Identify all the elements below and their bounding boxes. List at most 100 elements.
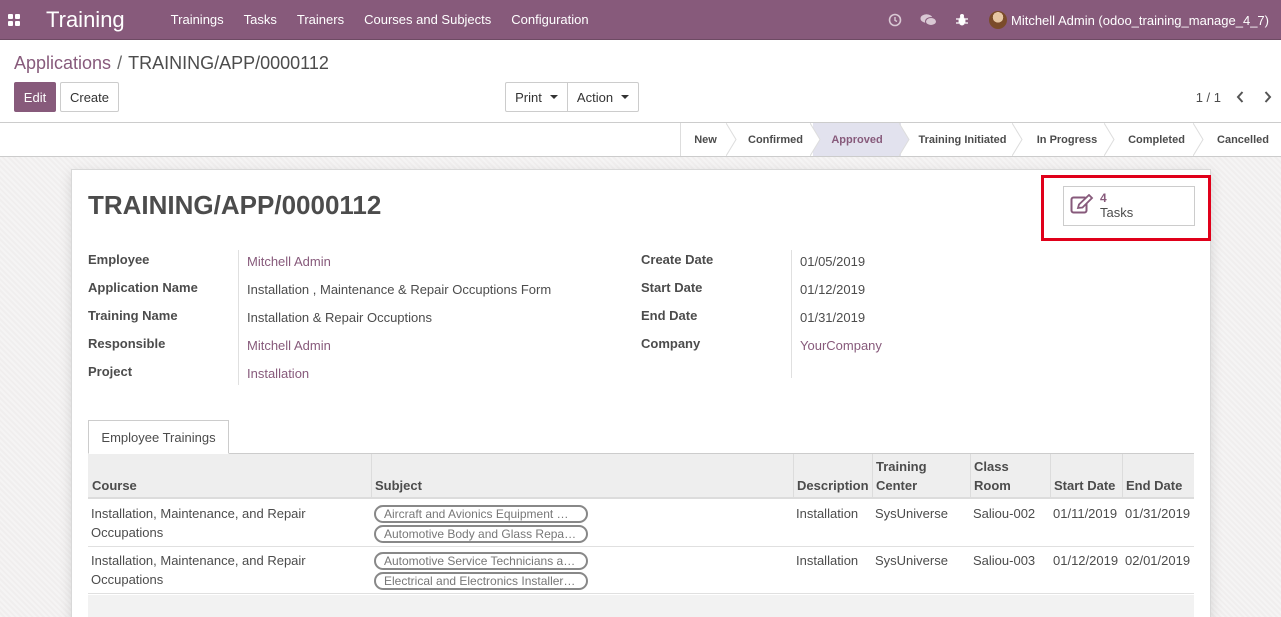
column-header-subject[interactable]: Subject — [375, 476, 422, 495]
cell-start-date: 01/11/2019 — [1053, 506, 1118, 521]
label-end-date: End Date — [641, 308, 698, 323]
apps-menu-icon[interactable] — [0, 0, 28, 40]
subject-tag: Automotive Service Technicians and Mecha… — [374, 552, 588, 570]
caret-down-icon — [549, 95, 558, 99]
record-title: TRAINING/APP/0000112 — [88, 190, 382, 220]
column-header-line: Center — [876, 478, 918, 493]
column-header-end-date[interactable]: End Date — [1126, 476, 1182, 495]
menu-item-trainings[interactable]: Trainings — [171, 12, 224, 27]
cell-course-line: Occupations — [91, 572, 164, 587]
breadcrumb-current: TRAINING/APP/0000112 — [128, 53, 329, 73]
stage-approved[interactable]: Approved — [813, 123, 901, 156]
action-label: Action — [576, 89, 614, 105]
stage-confirmed[interactable]: Confirmed — [738, 123, 813, 156]
column-header-description[interactable]: Description — [797, 476, 869, 495]
label-company: Company — [641, 336, 701, 351]
tab-employee-trainings[interactable]: Employee Trainings — [88, 420, 229, 454]
breadcrumb-separator: / — [117, 53, 123, 73]
column-header-line: Class — [974, 459, 1009, 474]
cell-course-line: Installation, Maintenance, and Repair — [91, 553, 306, 568]
column-header-training-center[interactable]: Training Center — [876, 457, 927, 495]
label-start-date: Start Date — [641, 280, 703, 295]
main-menu: Trainings Tasks Trainers Courses and Sub… — [171, 12, 609, 27]
cell-course-line: Installation, Maintenance, and Repair — [91, 506, 306, 521]
cell-course: Installation, Maintenance, and Repair Oc… — [91, 551, 306, 589]
label-employee: Employee — [88, 252, 150, 267]
menu-item-trainers[interactable]: Trainers — [297, 12, 344, 27]
column-divider — [872, 454, 873, 499]
chat-icon[interactable] — [920, 13, 937, 27]
subject-tag: Aircraft and Avionics Equipment Mechanic… — [374, 505, 588, 523]
cell-end-date: 02/01/2019 — [1125, 553, 1191, 568]
user-avatar[interactable] — [989, 11, 1007, 29]
column-header-class-room[interactable]: Class Room — [974, 457, 1011, 495]
edit-icon — [1070, 193, 1094, 219]
menu-item-configuration[interactable]: Configuration — [511, 12, 588, 27]
clock-icon[interactable] — [888, 13, 902, 27]
label-create-date: Create Date — [641, 252, 714, 267]
app-brand[interactable]: Training — [46, 7, 125, 33]
column-header-line: Training — [876, 459, 927, 474]
field-company[interactable]: YourCompany — [800, 338, 882, 353]
field-divider — [238, 250, 239, 385]
column-divider — [371, 454, 372, 499]
bug-icon[interactable] — [955, 13, 969, 27]
breadcrumb-applications[interactable]: Applications — [14, 53, 111, 73]
menu-item-courses-subjects[interactable]: Courses and Subjects — [364, 12, 491, 27]
top-navbar: Training Trainings Tasks Trainers Course… — [0, 0, 1281, 40]
cell-course: Installation, Maintenance, and Repair Oc… — [91, 504, 306, 542]
subject-tag: Electrical and Electronics Installers an… — [374, 572, 588, 590]
create-button[interactable]: Create — [60, 82, 119, 112]
column-divider — [970, 454, 971, 499]
action-dropdown-button[interactable]: Action — [567, 82, 639, 112]
field-start-date: 01/12/2019 — [800, 282, 866, 297]
tasks-label: Tasks — [1100, 205, 1134, 220]
field-training-name: Installation & Repair Occuptions — [247, 310, 432, 325]
field-responsible[interactable]: Mitchell Admin — [247, 338, 331, 353]
column-divider — [793, 454, 794, 499]
field-employee[interactable]: Mitchell Admin — [247, 254, 331, 269]
menu-item-tasks[interactable]: Tasks — [244, 12, 277, 27]
tasks-count: 4 — [1100, 191, 1107, 205]
field-create-date: 01/05/2019 — [800, 254, 866, 269]
cell-class-room: Saliou-002 — [973, 506, 1036, 521]
cell-training-center: SysUniverse — [875, 506, 948, 521]
field-end-date: 01/31/2019 — [800, 310, 866, 325]
print-dropdown-button[interactable]: Print — [505, 82, 568, 112]
stage-training-initiated[interactable]: Training Initiated — [911, 123, 1014, 156]
label-training-name: Training Name — [88, 308, 178, 323]
statusbar: New Confirmed Approved Training Initiate… — [0, 122, 1281, 157]
cell-end-date: 01/31/2019 — [1125, 506, 1191, 521]
label-responsible: Responsible — [88, 336, 166, 351]
user-menu[interactable]: Mitchell Admin (odoo_training_manage_4_7… — [1011, 13, 1269, 28]
tasks-smart-button[interactable]: 4 Tasks — [1063, 186, 1195, 226]
label-project: Project — [88, 364, 133, 379]
stage-cancelled[interactable]: Cancelled — [1205, 123, 1281, 156]
subject-tag: Automotive Body and Glass Repairers — [374, 525, 588, 543]
pager-previous-icon[interactable] — [1232, 86, 1248, 108]
table-header — [88, 454, 1194, 499]
cell-description: Installation — [796, 506, 859, 521]
cell-description: Installation — [796, 553, 859, 568]
column-header-line: Room — [974, 478, 1011, 493]
stage-completed[interactable]: Completed — [1116, 123, 1197, 156]
cell-course-line: Occupations — [91, 525, 164, 540]
edit-button[interactable]: Edit — [14, 82, 56, 112]
column-divider — [1122, 454, 1123, 499]
pager-value[interactable]: 1 / 1 — [1196, 90, 1221, 105]
cell-training-center: SysUniverse — [875, 553, 948, 568]
caret-down-icon — [621, 95, 630, 99]
breadcrumb: Applications / TRAINING/APP/0000112 — [14, 53, 329, 74]
stage-in-progress[interactable]: In Progress — [1024, 123, 1110, 156]
stage-new[interactable]: New — [680, 123, 730, 156]
field-divider — [791, 250, 792, 378]
column-divider — [1050, 454, 1051, 499]
table-footer — [88, 595, 1194, 617]
pager-next-icon[interactable] — [1260, 86, 1276, 108]
print-label: Print — [515, 89, 542, 105]
navbar-systray: Mitchell Admin (odoo_training_manage_4_7… — [870, 0, 1269, 40]
column-header-start-date[interactable]: Start Date — [1054, 476, 1115, 495]
cell-class-room: Saliou-003 — [973, 553, 1036, 568]
column-header-course[interactable]: Course — [92, 476, 137, 495]
field-project[interactable]: Installation — [247, 366, 309, 381]
